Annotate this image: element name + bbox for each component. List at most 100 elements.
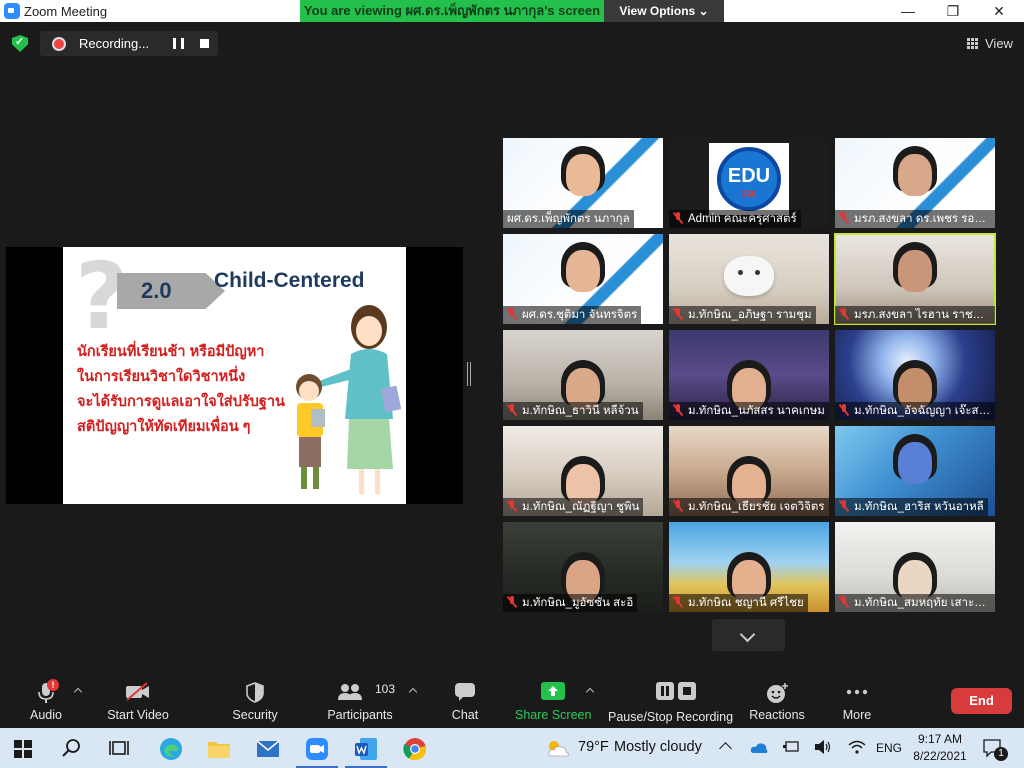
weather-condition[interactable]: Mostly cloudy bbox=[614, 739, 702, 755]
mic-muted-icon bbox=[839, 308, 849, 320]
speaker-volume-icon[interactable] bbox=[814, 739, 832, 755]
participant-tile[interactable]: ผศ.ดร.ชุติมา จันทรจิตร bbox=[503, 234, 663, 324]
input-language[interactable]: ENG bbox=[876, 741, 902, 755]
security-icon bbox=[246, 682, 264, 703]
security-button[interactable]: Security bbox=[225, 672, 285, 728]
participant-name-bar: มรภ.สงขลา ดร.เพชร รองพล bbox=[835, 210, 995, 228]
recording-indicator: Recording... bbox=[40, 31, 218, 56]
weather-cloudy-icon bbox=[548, 741, 569, 757]
participant-tile[interactable]: ม.ทักษิณ_นภัสสร นาคเกษม bbox=[669, 330, 829, 420]
end-meeting-button[interactable]: End bbox=[951, 688, 1012, 714]
chat-button[interactable]: Chat bbox=[442, 672, 488, 728]
participant-name: ม.ทักษิณ_อัจฉัญญา เจ๊ะสว่าง bbox=[854, 405, 995, 417]
participant-tile[interactable]: EDU 360 Admin คณะครุศาสตร์ bbox=[669, 138, 829, 228]
participant-tile[interactable]: ม.ทักษิณ_ฮาริส หวันอาหลี bbox=[835, 426, 995, 516]
participant-name-bar: ผศ.ดร.เพ็ญพักตร นภากุล bbox=[503, 210, 634, 228]
audio-options-caret[interactable] bbox=[73, 687, 83, 697]
slide-version: 2.0 bbox=[141, 278, 172, 303]
maximize-button[interactable]: ❐ bbox=[938, 1, 968, 21]
pause-stop-recording-label: Pause/Stop Recording bbox=[608, 710, 734, 724]
participant-face bbox=[898, 154, 932, 196]
participant-name-bar: มรภ.สงขลา ไรฮาน ราชแก้ว bbox=[835, 306, 995, 324]
share-screen-button[interactable]: Share Screen bbox=[515, 672, 591, 728]
wifi-icon[interactable] bbox=[848, 739, 866, 755]
mic-muted-icon bbox=[839, 404, 849, 416]
split-view-handle[interactable] bbox=[467, 362, 471, 386]
mic-muted-icon bbox=[839, 596, 849, 608]
edge-browser-icon[interactable] bbox=[159, 737, 183, 761]
participant-tile[interactable]: ม.ทักษิณ_ณัฏฐิญา ชูพิน bbox=[503, 426, 663, 516]
participant-tile[interactable]: ม.ทักษิณ ชญานี ศรีไชย bbox=[669, 522, 829, 612]
participant-tile[interactable]: ผศ.ดร.เพ็ญพักตร นภากุล bbox=[503, 138, 663, 228]
recording-label: Recording... bbox=[79, 36, 150, 51]
share-screen-icon bbox=[541, 682, 565, 700]
slide-text-line: จะได้รับการดูแลเอาใจใส่ปรับฐาน bbox=[77, 394, 285, 410]
teacher-student-illustration bbox=[296, 305, 401, 494]
participant-name-bar: ม.ทักษิณ_อัจฉัญญา เจ๊ะสว่าง bbox=[835, 402, 995, 420]
show-hidden-icons-icon[interactable] bbox=[719, 742, 732, 755]
security-label: Security bbox=[232, 708, 278, 722]
participant-name-bar: ม.ทักษิณ_มูอัซซัน สะอิ bbox=[503, 594, 638, 612]
minimize-button[interactable]: — bbox=[893, 1, 923, 21]
view-button[interactable]: View bbox=[958, 32, 1018, 54]
video-off-icon bbox=[126, 682, 149, 701]
audio-label: Audio bbox=[30, 708, 62, 722]
participant-name: ม.ทักษิณ_นภัสสร นาคเกษม bbox=[688, 405, 825, 417]
mic-muted-icon bbox=[839, 500, 849, 512]
clock-time[interactable]: 9:17 AM bbox=[914, 732, 966, 746]
pause-recording-icon[interactable] bbox=[173, 38, 184, 49]
participant-tile[interactable]: ม.ทักษิณ_อัจฉัญญา เจ๊ะสว่าง bbox=[835, 330, 995, 420]
participant-tile[interactable]: มรภ.สงขลา ไรฮาน ราชแก้ว bbox=[834, 233, 996, 325]
participant-tile[interactable]: ม.ทักษิณ_ธาวินี หลีจ้วน bbox=[503, 330, 663, 420]
reactions-icon bbox=[767, 683, 788, 703]
shared-screen[interactable]: ? 2.0 Child-Centered นักเรียนที่เรียนช้า… bbox=[6, 247, 463, 504]
onedrive-icon[interactable] bbox=[750, 740, 768, 754]
grid-view-icon bbox=[967, 38, 978, 49]
meeting-toolbar: ! Audio Start Video Security 103 Partici… bbox=[0, 672, 1024, 728]
start-video-label: Start Video bbox=[107, 708, 169, 722]
presentation-slide: ? 2.0 Child-Centered นักเรียนที่เรียนช้า… bbox=[63, 247, 406, 504]
mail-icon[interactable] bbox=[256, 737, 280, 761]
participants-button[interactable]: 103 Participants bbox=[325, 672, 395, 728]
mic-muted-icon bbox=[507, 596, 517, 608]
search-icon[interactable] bbox=[62, 738, 82, 758]
chrome-icon[interactable] bbox=[403, 737, 427, 761]
participant-name-bar: ม.ทักษิณ_ฮาริส หวันอาหลี bbox=[835, 498, 988, 516]
participant-name-bar: Admin คณะครุศาสตร์ bbox=[669, 210, 801, 228]
next-page-button[interactable] bbox=[712, 619, 785, 651]
zoom-taskbar-icon[interactable] bbox=[305, 737, 329, 761]
audio-button[interactable]: ! Audio bbox=[20, 672, 72, 728]
stop-recording-icon[interactable] bbox=[200, 39, 209, 48]
participant-tile[interactable]: ม.ทักษิณ_อภิษฐา รามชุม bbox=[669, 234, 829, 324]
security-shield-icon[interactable] bbox=[12, 35, 28, 52]
pause-stop-recording-button[interactable]: Pause/Stop Recording bbox=[608, 672, 734, 728]
participant-tile[interactable]: มรภ.สงขลา ดร.เพชร รองพล bbox=[835, 138, 995, 228]
cloud-record-icon bbox=[52, 37, 66, 51]
more-button[interactable]: More bbox=[834, 672, 880, 728]
participant-name: ม.ทักษิณ_มูอัซซัน สะอิ bbox=[522, 597, 634, 609]
participant-name-bar: ม.ทักษิณ_อภิษฐา รามชุม bbox=[669, 306, 816, 324]
participant-name: ผศ.ดร.ชุติมา จันทรจิตร bbox=[522, 309, 638, 321]
zoom-app-icon bbox=[4, 3, 20, 19]
participant-name: ม.ทักษิณ_ธาวินี หลีจ้วน bbox=[522, 405, 639, 417]
start-video-button[interactable]: Start Video bbox=[103, 672, 173, 728]
battery-plug-icon[interactable] bbox=[782, 739, 800, 755]
file-explorer-icon[interactable] bbox=[207, 737, 231, 761]
weather-temperature[interactable]: 79°F bbox=[578, 739, 609, 755]
reactions-label: Reactions bbox=[749, 708, 805, 722]
reactions-button[interactable]: Reactions bbox=[746, 672, 808, 728]
close-button[interactable]: ✕ bbox=[984, 1, 1014, 21]
notification-count-badge: 1 bbox=[994, 747, 1008, 761]
audio-alert-badge: ! bbox=[47, 679, 59, 691]
participants-options-caret[interactable] bbox=[408, 687, 418, 697]
clock-date[interactable]: 8/22/2021 bbox=[910, 749, 970, 763]
windows-start-icon[interactable] bbox=[14, 740, 32, 758]
slide-text-line: นักเรียนที่เรียนช้า หรือมีปัญหา bbox=[77, 344, 265, 360]
view-options-button[interactable]: View Options ⌄ bbox=[604, 0, 724, 22]
participant-tile[interactable]: ม.ทักษิณ_สมหฤทัย เสาะสุวรรณ bbox=[835, 522, 995, 612]
participant-tile[interactable]: ม.ทักษิณ_เธียรชัย เจตวิจิตร bbox=[669, 426, 829, 516]
task-view-icon[interactable] bbox=[109, 739, 129, 757]
participant-face bbox=[566, 154, 600, 196]
participant-tile[interactable]: ม.ทักษิณ_มูอัซซัน สะอิ bbox=[503, 522, 663, 612]
word-icon[interactable] bbox=[354, 737, 378, 761]
